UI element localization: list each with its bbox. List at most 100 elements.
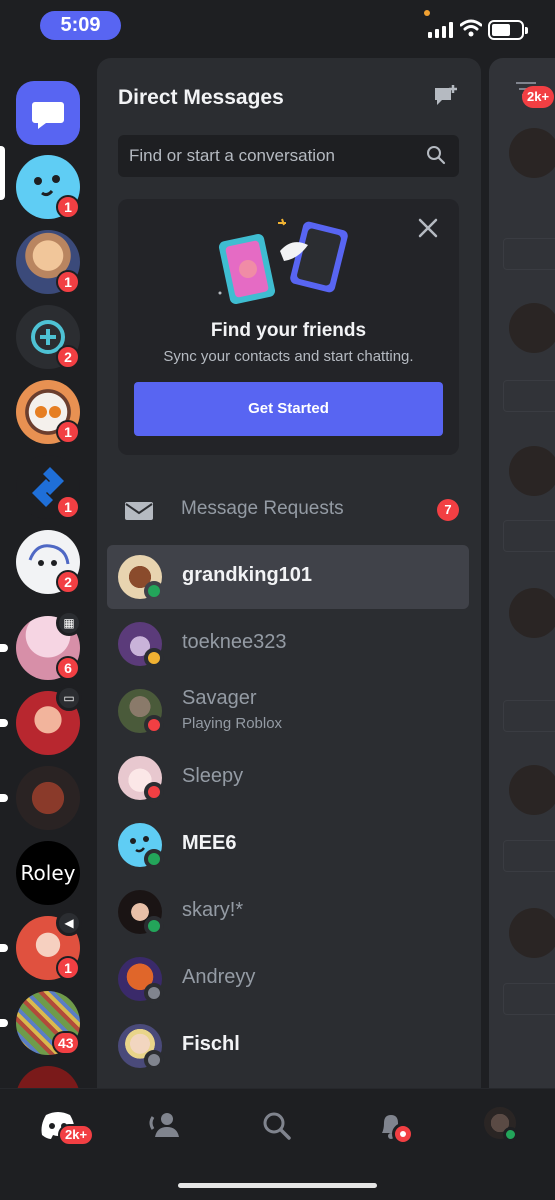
server-unread-badge: 6: [56, 656, 80, 680]
dm-activity: Playing Roblox: [182, 715, 283, 732]
envelope-icon: [125, 502, 153, 520]
nav-home[interactable]: 2k+: [30, 1105, 95, 1146]
dm-row-savager[interactable]: Savager Playing Roblox: [107, 679, 469, 743]
status-online-icon: [144, 916, 164, 936]
server-collage[interactable]: 43: [16, 991, 80, 1055]
nav-notifications[interactable]: [360, 1105, 420, 1145]
find-friends-card: Find your friends Sync your contacts and…: [118, 199, 459, 455]
avatar: [509, 446, 555, 496]
message-requests-row[interactable]: Message Requests 7: [107, 483, 471, 535]
dm-name: Sleepy: [182, 765, 244, 787]
dm-name: MEE6: [182, 832, 237, 854]
status-offline-icon: [144, 1050, 164, 1070]
roley-server-label: Roley: [20, 861, 76, 885]
server-blue-smiley[interactable]: 1: [16, 155, 80, 219]
message-requests-badge: 7: [437, 499, 459, 521]
new-dm-icon[interactable]: [433, 84, 459, 108]
server-unread-badge: 2: [56, 570, 80, 594]
server-redhair[interactable]: ◀ 1: [16, 910, 82, 980]
dm-panel: Direct Messages Find your friends Sync y…: [97, 58, 481, 1088]
server-robot[interactable]: 1: [16, 380, 80, 444]
peek-message-block: [503, 983, 555, 1015]
get-started-button[interactable]: Get Started: [134, 382, 443, 436]
message-requests-label: Message Requests: [181, 498, 344, 519]
selected-indicator: [0, 146, 5, 200]
wifi-icon: [460, 19, 482, 37]
close-icon[interactable]: [417, 217, 439, 239]
unread-indicator: [0, 719, 8, 727]
avatar: [509, 303, 555, 353]
notification-dot: [392, 1123, 414, 1145]
home-unread-badge: 2k+: [58, 1124, 95, 1146]
server-unread-badge: 2: [56, 345, 80, 369]
home-indicator[interactable]: [178, 1183, 377, 1188]
server-sketch[interactable]: 2: [16, 530, 80, 594]
dm-name: Fischl: [182, 1033, 240, 1055]
server-unread-badge: 1: [56, 420, 80, 444]
dm-row-mee6[interactable]: MEE6: [107, 813, 469, 877]
avatar: [509, 128, 555, 178]
server-dragon[interactable]: [16, 766, 80, 830]
peek-message-block: [503, 700, 555, 732]
server-arrow[interactable]: 1: [16, 455, 80, 519]
server-rail[interactable]: 1 1 2 1 1 2 ▦ 6 ▭ Roley ◀ 1 43: [0, 58, 97, 1088]
search-bar[interactable]: [118, 135, 459, 177]
avatar: [509, 588, 555, 638]
server-unread-badge: 1: [56, 195, 80, 219]
cellular-signal-icon: [428, 22, 454, 38]
nav-you[interactable]: [470, 1105, 530, 1145]
unread-indicator: [0, 794, 8, 802]
server-unread-badge: 1: [56, 495, 80, 519]
dm-name: Andreyy: [182, 966, 256, 988]
stage-icon: ▭: [56, 685, 82, 711]
friends-illustration-icon: [218, 218, 348, 304]
dm-row-andreyy[interactable]: Andreyy: [107, 947, 469, 1011]
dm-row-grandking101[interactable]: grandking101: [107, 545, 469, 609]
direct-messages-button[interactable]: [16, 81, 80, 145]
unread-indicator: [0, 644, 8, 652]
status-time: 5:09: [40, 11, 121, 40]
server-roley[interactable]: Roley: [16, 841, 80, 905]
nav-friends[interactable]: [135, 1105, 195, 1145]
avatar: [509, 908, 555, 958]
channel-peek[interactable]: 2k+: [489, 58, 555, 1088]
card-title: Find your friends: [210, 320, 367, 341]
dm-name: grandking101: [182, 564, 313, 586]
peek-unread-badge: 2k+: [522, 86, 555, 108]
status-bar: 5:09: [0, 0, 555, 58]
avatar: [509, 765, 555, 815]
search-icon: [427, 146, 446, 165]
unread-indicator: [0, 944, 8, 952]
server-plus[interactable]: 2: [16, 305, 80, 369]
status-idle-icon: [144, 648, 164, 668]
status-online-icon: [503, 1127, 518, 1142]
dm-name: Savager: [182, 687, 257, 709]
dm-row-sleepy[interactable]: Sleepy: [107, 746, 469, 810]
server-unread-badge: 1: [56, 270, 80, 294]
peek-message-block: [503, 238, 555, 270]
dm-row-skary[interactable]: skary!*: [107, 880, 469, 944]
speaker-icon: ◀: [56, 910, 82, 936]
peek-message-block: [503, 380, 555, 412]
server-red-character[interactable]: ▭: [16, 685, 82, 755]
dm-row-fischl[interactable]: Fischl: [107, 1014, 469, 1078]
calendar-icon: ▦: [56, 610, 82, 636]
battery-icon: [488, 20, 528, 40]
search-input[interactable]: [118, 135, 418, 177]
status-dnd-icon: [144, 715, 164, 735]
dm-name: skary!*: [182, 899, 244, 921]
friends-icon: [149, 1113, 179, 1137]
peek-message-block: [503, 520, 555, 552]
server-partial[interactable]: [16, 1066, 80, 1088]
server-unread-badge: 43: [52, 1031, 80, 1055]
server-unread-badge: 1: [56, 956, 80, 980]
dm-row-toeknee323[interactable]: toeknee323: [107, 612, 469, 676]
privacy-indicator-dot: [424, 10, 430, 16]
server-snowflake[interactable]: ▦ 6: [16, 610, 82, 680]
status-online-icon: [144, 849, 164, 869]
card-subtitle: Sync your contacts and start chatting.: [163, 348, 414, 365]
server-anime[interactable]: 1: [16, 230, 80, 294]
page-title: Direct Messages: [118, 86, 284, 109]
dm-name: toeknee323: [182, 631, 287, 653]
nav-search[interactable]: [248, 1105, 308, 1145]
